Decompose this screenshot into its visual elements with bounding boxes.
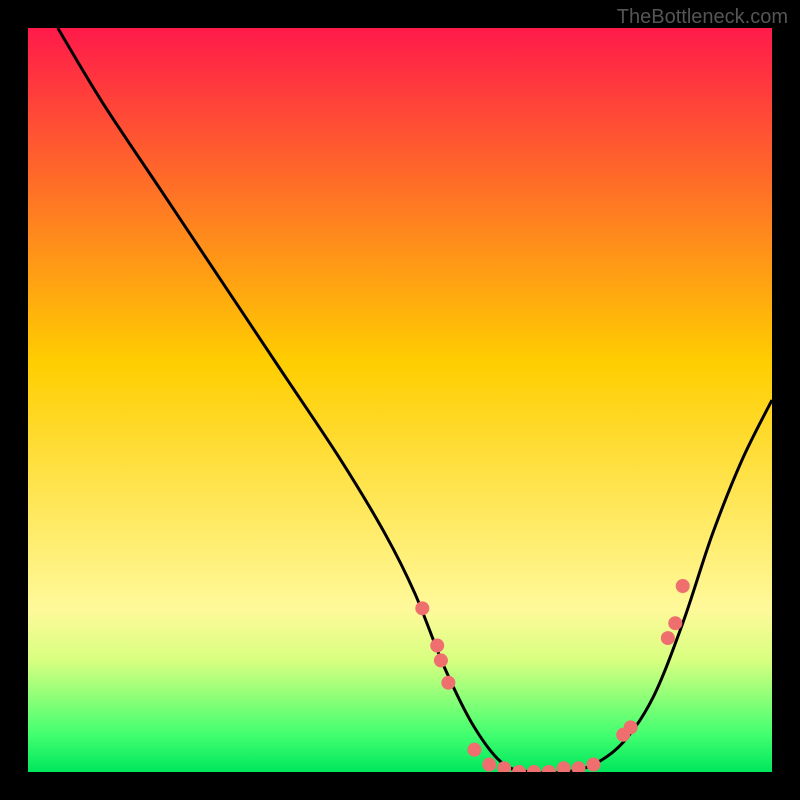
watermark-text: TheBottleneck.com xyxy=(617,6,788,29)
highlight-point xyxy=(661,631,675,645)
highlight-point xyxy=(668,616,682,630)
highlight-point xyxy=(430,639,444,653)
chart-svg xyxy=(28,28,772,772)
highlight-point xyxy=(415,601,429,615)
chart-container: TheBottleneck.com xyxy=(0,0,800,800)
highlight-point xyxy=(441,676,455,690)
highlight-point xyxy=(624,720,638,734)
highlight-point xyxy=(434,653,448,667)
highlight-point xyxy=(586,758,600,772)
gradient-background xyxy=(28,28,772,772)
highlight-point xyxy=(482,758,496,772)
plot-area xyxy=(28,28,772,772)
highlight-point xyxy=(676,579,690,593)
highlight-point xyxy=(467,743,481,757)
